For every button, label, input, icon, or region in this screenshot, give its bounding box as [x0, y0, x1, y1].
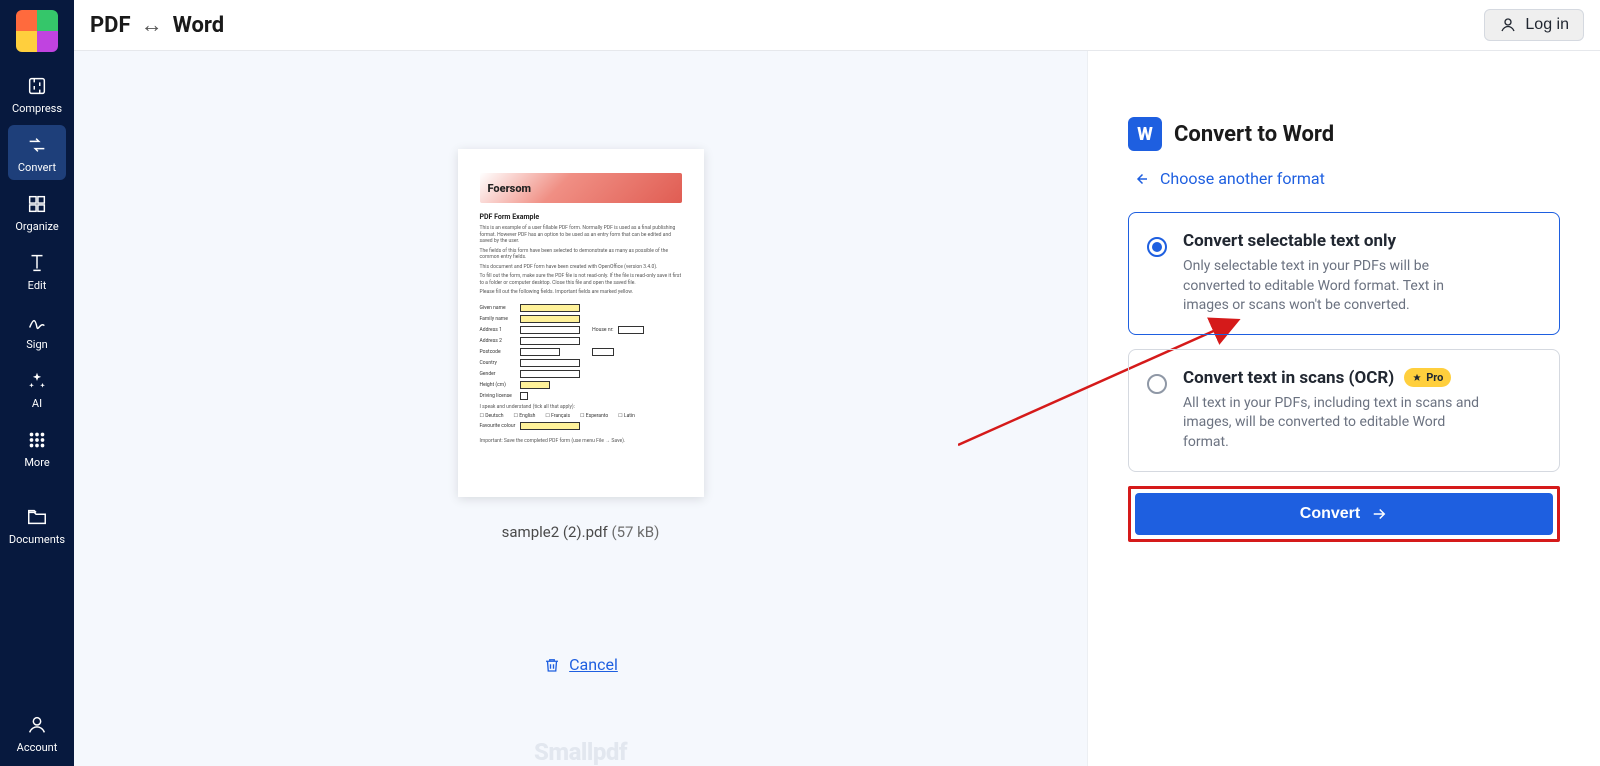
convert-label: Convert [1300, 505, 1360, 523]
account-icon [25, 713, 49, 737]
organize-icon [25, 192, 49, 216]
sidebar-item-label: More [24, 456, 49, 469]
option-desc: Only selectable text in your PDFs will b… [1183, 257, 1483, 316]
title-right: Word [173, 13, 225, 38]
page-title: PDF ↔ Word [90, 12, 224, 38]
pro-badge: Pro [1404, 368, 1451, 387]
swap-icon: ↔ [141, 12, 163, 38]
compress-icon [25, 74, 49, 98]
documents-icon [25, 505, 49, 529]
sidebar-item-label: Organize [15, 220, 58, 233]
options-heading: W Convert to Word [1128, 117, 1560, 151]
user-icon [1499, 16, 1517, 34]
cancel-label: Cancel [569, 655, 618, 674]
ai-icon [25, 369, 49, 393]
option-title: Convert text in scans (OCR) Pro [1183, 368, 1539, 388]
option-selectable-text[interactable]: Convert selectable text only Only select… [1128, 212, 1560, 335]
thumb-banner: Foersom [480, 173, 682, 203]
sidebar-item-edit[interactable]: Edit [8, 243, 66, 298]
file-name: sample2 (2).pdf (57 kB) [502, 523, 660, 541]
sidebar: Compress Convert Organize Edit Sign AI [0, 0, 74, 766]
thumb-text: This is an example of a user fillable PD… [480, 225, 682, 245]
topbar: PDF ↔ Word Log in [74, 0, 1600, 51]
thumb-text: This document and PDF form have been cre… [480, 264, 682, 271]
sidebar-item-ai[interactable]: AI [8, 361, 66, 416]
radio-icon [1147, 237, 1167, 257]
options-title: Convert to Word [1174, 122, 1334, 147]
sidebar-item-label: Documents [9, 533, 65, 546]
thumb-text: The fields of this form have been select… [480, 248, 682, 261]
sidebar-item-label: Convert [18, 161, 56, 174]
option-title: Convert selectable text only [1183, 231, 1539, 251]
main: PDF ↔ Word Log in Foersom PDF Form Examp… [74, 0, 1600, 766]
arrow-right-icon [1370, 505, 1388, 523]
choose-another-format-link[interactable]: Choose another format [1132, 169, 1560, 188]
thumb-text: Please fill out the following fields. Im… [480, 289, 682, 296]
convert-button[interactable]: Convert [1135, 493, 1553, 535]
choose-other-label: Choose another format [1160, 169, 1325, 188]
preview-pane: Foersom PDF Form Example This is an exam… [74, 51, 1088, 766]
options-panel: W Convert to Word Choose another format … [1088, 51, 1600, 766]
thumb-text: To fill out the form, make sure the PDF … [480, 273, 682, 286]
sidebar-item-label: Sign [26, 338, 47, 351]
more-icon [25, 428, 49, 452]
sidebar-item-account[interactable]: Account [8, 705, 66, 760]
file-name-text: sample2 (2).pdf [502, 523, 608, 541]
sidebar-item-documents[interactable]: Documents [8, 497, 66, 552]
app-logo[interactable] [16, 10, 58, 52]
sidebar-item-label: Compress [12, 102, 62, 115]
arrow-left-icon [1132, 170, 1150, 188]
brand-watermark: Smallpdf [534, 738, 627, 766]
login-button[interactable]: Log in [1484, 9, 1584, 41]
sidebar-item-label: Account [17, 741, 58, 754]
pdf-thumbnail[interactable]: Foersom PDF Form Example This is an exam… [458, 149, 704, 497]
edit-icon [25, 251, 49, 275]
convert-highlight: Convert [1128, 486, 1560, 542]
sidebar-item-sign[interactable]: Sign [8, 302, 66, 357]
login-label: Log in [1525, 16, 1569, 34]
trash-icon [543, 656, 561, 674]
option-desc: All text in your PDFs, including text in… [1183, 394, 1483, 453]
file-size: (57 kB) [611, 523, 659, 541]
sign-icon [25, 310, 49, 334]
title-left: PDF [90, 13, 131, 38]
sidebar-item-compress[interactable]: Compress [8, 66, 66, 121]
sidebar-item-label: Edit [28, 279, 47, 292]
word-icon: W [1128, 117, 1162, 151]
sidebar-item-convert[interactable]: Convert [8, 125, 66, 180]
option-ocr[interactable]: Convert text in scans (OCR) Pro All text… [1128, 349, 1560, 472]
sidebar-item-organize[interactable]: Organize [8, 184, 66, 239]
cancel-button[interactable]: Cancel [543, 655, 618, 674]
thumb-heading: PDF Form Example [480, 213, 682, 221]
content: Foersom PDF Form Example This is an exam… [74, 51, 1600, 766]
sidebar-item-label: AI [32, 397, 42, 410]
convert-icon [25, 133, 49, 157]
thumb-form: Given name Family name Address 1House nr… [480, 304, 682, 445]
radio-icon [1147, 374, 1167, 394]
sidebar-item-more[interactable]: More [8, 420, 66, 475]
